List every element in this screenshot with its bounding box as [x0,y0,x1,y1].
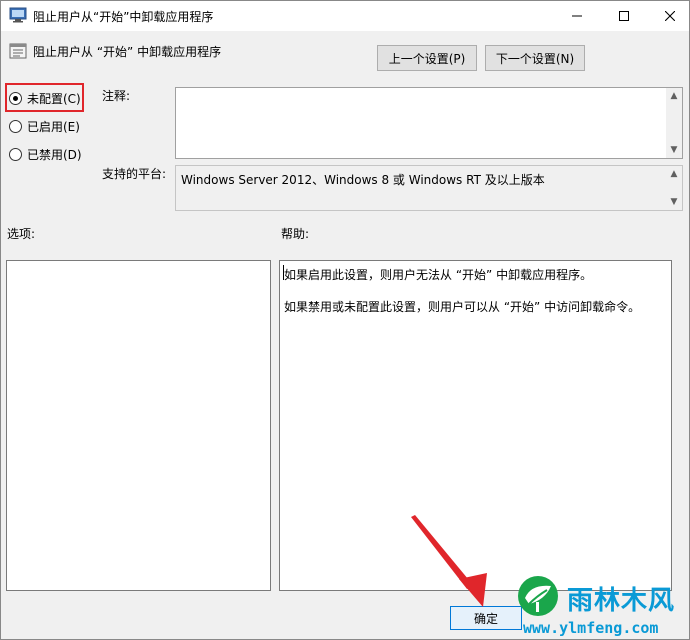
radio-enabled[interactable]: 已启用(E) [9,116,87,136]
setting-title: 阻止用户从 “开始” 中卸载应用程序 [33,45,222,59]
radio-label: 已启用(E) [27,119,80,134]
title-bar[interactable]: 阻止用户从“开始”中卸载应用程序 [1,1,689,31]
scroll-up-icon[interactable]: ▲ [669,169,679,179]
platform-scrollbar[interactable]: ▲ ▼ [666,166,682,210]
watermark: 雨林木风 www.ylmfeng.com [515,574,689,639]
annotation-arrow-icon [411,515,487,607]
watermark-name: 雨林木风 [567,586,676,616]
scroll-down-icon[interactable]: ▼ [669,145,679,155]
options-pane [6,260,271,591]
radio-dot [9,147,22,161]
policy-settings-icon [9,43,27,59]
window-title: 阻止用户从“开始”中卸载应用程序 [33,10,214,24]
close-icon [665,11,675,21]
minimize-button[interactable] [554,1,600,31]
options-label: 选项: [7,227,36,241]
scroll-up-icon[interactable]: ▲ [669,91,679,101]
policy-monitor-icon [9,7,27,23]
minimize-icon [572,15,582,17]
scroll-down-icon[interactable]: ▼ [669,197,679,207]
platform-value: Windows Server 2012、Windows 8 或 Windows … [181,173,545,187]
comment-scrollbar[interactable]: ▲ ▼ [666,88,682,158]
help-paragraph: 如果启用此设置，则用户无法从 “开始” 中卸载应用程序。 [284,268,593,282]
close-button[interactable] [647,1,689,31]
maximize-icon [619,11,629,21]
help-paragraph: 如果禁用或未配置此设置，则用户可以从 “开始” 中访问卸载命令。 [284,300,641,314]
previous-setting-button[interactable]: 上一个设置(P) [377,45,477,71]
next-setting-button[interactable]: 下一个设置(N) [485,45,585,71]
policy-dialog-window: 阻止用户从“开始”中卸载应用程序 阻止用户从 “开始” 中卸载应用程序 上一个设… [0,0,690,640]
radio-label: 未配置(C) [27,91,81,106]
radio-label: 已禁用(D) [27,147,82,162]
maximize-button[interactable] [601,1,647,31]
comment-label: 注释: [102,89,131,103]
comment-textarea[interactable]: ▲ ▼ [175,87,683,159]
radio-disabled[interactable]: 已禁用(D) [9,144,87,164]
watermark-url: www.ylmfeng.com [523,619,659,637]
radio-not-configured[interactable]: 未配置(C) [9,88,87,108]
radio-dot-checked [9,91,22,105]
platform-readonly-field: Windows Server 2012、Windows 8 或 Windows … [175,165,683,211]
radio-dot [9,119,22,133]
platform-label: 支持的平台: [102,167,167,181]
leaf-logo-icon [518,576,558,616]
help-label: 帮助: [281,227,310,241]
